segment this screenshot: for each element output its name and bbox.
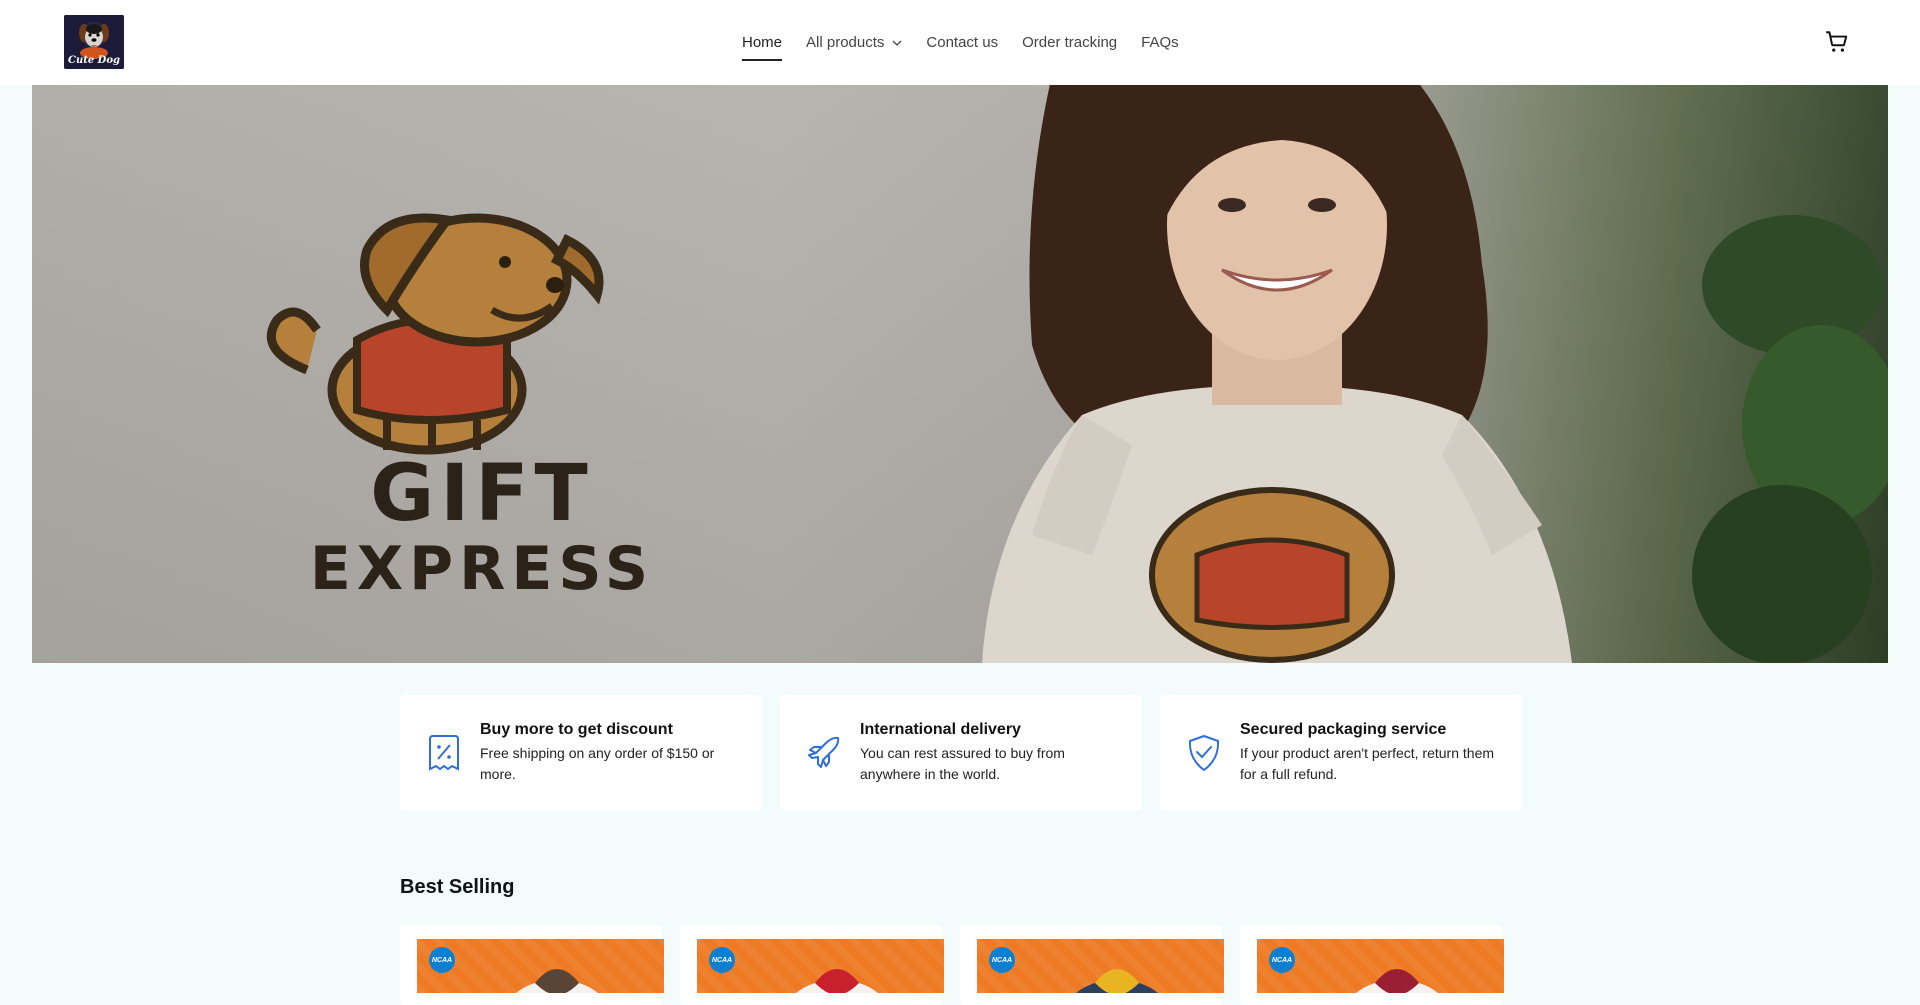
hoodie-icon <box>516 969 598 993</box>
product-image[interactable]: NCAA <box>417 939 664 993</box>
store-logo[interactable]: Cute Dog <box>64 15 124 69</box>
model-photo <box>982 85 1572 663</box>
hoodie-icon <box>1356 969 1438 993</box>
product-card[interactable]: NCAA <box>400 925 664 1005</box>
feature-description: If your product aren't perfect, return t… <box>1240 744 1495 782</box>
product-card[interactable]: NCAA <box>1240 925 1504 1005</box>
feature-description: You can rest assured to buy from anywher… <box>860 744 1065 782</box>
ncaa-badge-icon: NCAA <box>1269 947 1295 973</box>
shopping-cart-icon[interactable] <box>1824 29 1850 55</box>
product-card[interactable]: NCAA <box>960 925 1224 1005</box>
feature-title: International delivery <box>860 720 1021 738</box>
nav-order-tracking-label: Order tracking <box>1022 34 1118 51</box>
nav-home-label: Home <box>742 34 783 51</box>
feature-secured-packaging: Secured packaging service If your produc… <box>1160 695 1522 810</box>
ncaa-badge-icon: NCAA <box>709 947 735 973</box>
feature-international-delivery: International delivery You can rest assu… <box>780 695 1142 810</box>
feature-title: Secured packaging service <box>1240 720 1447 738</box>
product-card[interactable]: NCAA <box>680 925 944 1005</box>
dog-illustration-icon <box>266 213 604 455</box>
ncaa-badge-icon: NCAA <box>989 947 1015 973</box>
best-selling-title: Best Selling <box>400 876 515 898</box>
main-nav: Home All products Contact us Order track… <box>742 0 1203 85</box>
nav-home[interactable]: Home <box>742 0 783 85</box>
nav-order-tracking[interactable]: Order tracking <box>1022 0 1117 85</box>
product-image[interactable]: NCAA <box>977 939 1224 993</box>
logo-text: Cute Dog <box>67 55 121 66</box>
nav-all-products[interactable]: All products <box>806 0 902 85</box>
ncaa-badge-icon: NCAA <box>429 947 455 973</box>
hoodie-icon <box>796 969 878 993</box>
hoodie-icon <box>1076 969 1158 993</box>
hero-line-1: GIFT <box>370 449 594 539</box>
discount-tag-icon <box>426 733 462 773</box>
nav-contact-us-label: Contact us <box>926 34 999 51</box>
shield-check-icon <box>1186 733 1222 773</box>
feature-discount: Buy more to get discount Free shipping o… <box>400 695 762 810</box>
chevron-down-icon <box>892 40 902 46</box>
product-image[interactable]: NCAA <box>697 939 944 993</box>
product-grid: NCAA NCAA NCAA NCAA <box>400 925 1504 1005</box>
nav-all-products-label: All products <box>806 34 885 51</box>
airplane-icon <box>806 733 842 773</box>
hero-line-2: EXPRESS <box>309 534 655 604</box>
nav-contact-us[interactable]: Contact us <box>926 0 998 85</box>
hero-brand-text: GIFT EXPRESS <box>192 455 772 599</box>
nav-faqs[interactable]: FAQs <box>1141 0 1179 85</box>
features-row: Buy more to get discount Free shipping o… <box>400 695 1522 810</box>
feature-description: Free shipping on any order of $150 or mo… <box>480 744 715 782</box>
plant-decoration <box>1692 215 1888 663</box>
hero-banner[interactable]: GIFT EXPRESS <box>32 85 1888 663</box>
site-header: Cute Dog Home All products Contact us Or… <box>0 0 1920 85</box>
feature-title: Buy more to get discount <box>480 720 673 738</box>
nav-faqs-label: FAQs <box>1141 34 1179 51</box>
product-image[interactable]: NCAA <box>1257 939 1504 993</box>
